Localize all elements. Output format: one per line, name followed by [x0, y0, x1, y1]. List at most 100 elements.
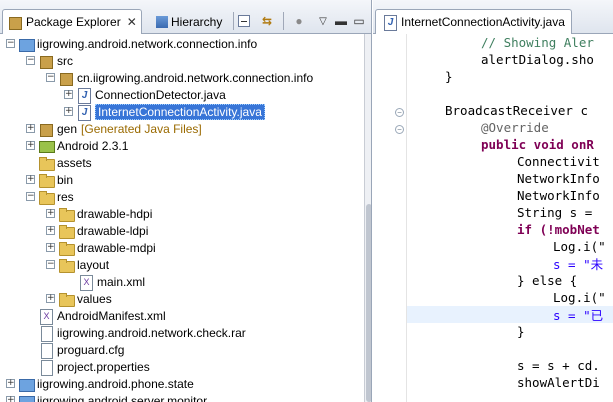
- tree-item-label: project.properties: [57, 359, 150, 374]
- editor-gutter[interactable]: − −: [373, 34, 407, 402]
- tree-item-package[interactable]: − cn.iigrowing.android.network.connectio…: [46, 69, 313, 86]
- tree-item-java-file[interactable]: + ConnectionDetector.java: [64, 86, 226, 104]
- collapse-all-icon[interactable]: [238, 15, 250, 27]
- tree-item-bin[interactable]: + bin: [26, 171, 73, 188]
- hierarchy-icon: [156, 15, 168, 28]
- toolbar-separator: [233, 12, 234, 30]
- code-line: BroadcastReceiver c: [445, 103, 588, 118]
- tree-item-gen[interactable]: + gen [Generated Java Files]: [26, 120, 202, 137]
- collapse-icon[interactable]: −: [26, 56, 35, 65]
- collapse-icon[interactable]: −: [46, 260, 55, 269]
- file-icon: [38, 325, 54, 342]
- minimize-icon[interactable]: ▬: [332, 12, 350, 30]
- tree-item-label: bin: [57, 172, 74, 187]
- tree-item-label: drawable-hdpi: [77, 206, 153, 221]
- expand-icon[interactable]: +: [26, 124, 35, 133]
- expand-icon[interactable]: +: [46, 294, 55, 303]
- code-line: showAlertDi: [517, 375, 600, 390]
- tree-item-main-xml[interactable]: main.xml: [66, 273, 146, 291]
- code-line: } else {: [517, 273, 578, 288]
- tree-item-project[interactable]: + iigrowing.android.phone.state: [6, 375, 194, 392]
- fold-icon[interactable]: −: [395, 125, 404, 134]
- current-line-highlight: s = "已: [407, 306, 613, 323]
- tab-editor-file[interactable]: InternetConnectionActivity.java: [375, 9, 572, 34]
- project-icon: [18, 393, 35, 402]
- tree-item-label: iigrowing.android.server.monitor: [37, 393, 208, 402]
- code-line: }: [517, 324, 525, 339]
- code-line: s = "已: [553, 308, 604, 323]
- tree-item-java-file-selected[interactable]: + InternetConnectionActivity.java: [64, 103, 265, 121]
- tree-item-label: InternetConnectionActivity.java: [95, 103, 265, 120]
- collapse-icon[interactable]: −: [46, 73, 55, 82]
- tree-item-decoration: [Generated Java Files]: [81, 121, 202, 136]
- file-icon: [38, 359, 54, 376]
- code-line: NetworkInfo: [517, 188, 600, 203]
- expand-icon[interactable]: +: [64, 107, 73, 116]
- tree-item-label: Android 2.3.1: [57, 138, 129, 153]
- vertical-scrollbar[interactable]: [364, 34, 371, 402]
- tree-item-label: ConnectionDetector.java: [95, 87, 226, 102]
- expand-icon[interactable]: +: [26, 175, 35, 184]
- package-icon: [58, 70, 74, 86]
- java-file-icon: [382, 14, 398, 31]
- tree-item-label: drawable-mdpi: [77, 240, 156, 255]
- collapse-icon[interactable]: −: [26, 192, 35, 201]
- tree-item-label: main.xml: [97, 274, 146, 289]
- maximize-icon[interactable]: ▭: [350, 12, 368, 30]
- tree-item-drawable-ldpi[interactable]: + drawable-ldpi: [46, 222, 148, 239]
- tree-item-project[interactable]: − iigrowing.android.network.connection.i…: [6, 35, 257, 52]
- expand-icon[interactable]: +: [46, 209, 55, 218]
- tree-item-label: proguard.cfg: [57, 342, 125, 357]
- folder-icon: [38, 155, 55, 171]
- package-explorer-view: Package Explorer ✕ Hierarchy ⇆ ● ▽ ▬ ▭ −…: [0, 0, 372, 402]
- link-with-editor-icon[interactable]: ⇆: [258, 12, 276, 30]
- code-editor[interactable]: // Showing Aler alertDialog.sho } Broadc…: [407, 34, 613, 402]
- folder-icon: [38, 172, 55, 188]
- tree-item-project-properties[interactable]: project.properties: [26, 358, 150, 376]
- tree-item-src[interactable]: − src: [26, 52, 73, 69]
- tree-item-layout[interactable]: − layout: [46, 256, 109, 273]
- close-tab-icon[interactable]: ✕: [127, 15, 137, 29]
- project-icon: [18, 376, 35, 392]
- tree-item-label: assets: [57, 155, 92, 170]
- tree-item-android-library[interactable]: + Android 2.3.1: [26, 137, 128, 154]
- code-line: alertDialog.sho: [481, 52, 594, 67]
- tab-hierarchy[interactable]: Hierarchy: [152, 9, 226, 34]
- code-line: s = s + cd.: [517, 358, 600, 373]
- code-line: Log.i(": [553, 239, 606, 254]
- tree-item-values[interactable]: + values: [46, 290, 112, 307]
- xml-file-icon: [38, 308, 54, 325]
- expand-icon[interactable]: +: [46, 243, 55, 252]
- code-line: @Override: [481, 120, 549, 135]
- tree-item-project[interactable]: + iigrowing.android.server.monitor: [6, 392, 207, 402]
- tab-package-explorer[interactable]: Package Explorer ✕: [2, 9, 142, 34]
- java-file-icon: [76, 87, 92, 104]
- expand-icon[interactable]: +: [46, 226, 55, 235]
- tree-item-drawable-mdpi[interactable]: + drawable-mdpi: [46, 239, 156, 256]
- code-line: // Showing Aler: [481, 35, 594, 50]
- expand-icon[interactable]: +: [64, 90, 73, 99]
- scrollbar-thumb[interactable]: [366, 204, 371, 402]
- tree-item-rar[interactable]: iigrowing.android.network.check.rar: [26, 324, 246, 342]
- tree-item-label: iigrowing.android.network.check.rar: [57, 325, 246, 340]
- tree-item-manifest[interactable]: AndroidManifest.xml: [26, 307, 166, 325]
- source-folder-icon: [38, 121, 54, 137]
- expand-icon[interactable]: +: [6, 396, 15, 402]
- tree-item-res[interactable]: − res: [26, 188, 74, 205]
- view-menu-icon[interactable]: ▽: [314, 12, 332, 30]
- fold-icon[interactable]: −: [395, 108, 404, 117]
- tree-item-label: src: [57, 53, 73, 68]
- expand-icon[interactable]: +: [6, 379, 15, 388]
- tree-item-label: iigrowing.android.phone.state: [37, 376, 194, 391]
- file-icon: [38, 342, 54, 359]
- code-line: String s =: [517, 205, 593, 220]
- folder-icon: [58, 206, 75, 222]
- tree-item-proguard[interactable]: proguard.cfg: [26, 341, 125, 359]
- tree-item-drawable-hdpi[interactable]: + drawable-hdpi: [46, 205, 152, 222]
- expand-icon[interactable]: +: [26, 141, 35, 150]
- code-line: if (!mobNet: [517, 222, 600, 237]
- code-line: }: [445, 69, 453, 84]
- tree-item-assets[interactable]: assets: [26, 154, 92, 171]
- collapse-icon[interactable]: −: [6, 39, 15, 48]
- filter-icon[interactable]: ●: [290, 12, 308, 30]
